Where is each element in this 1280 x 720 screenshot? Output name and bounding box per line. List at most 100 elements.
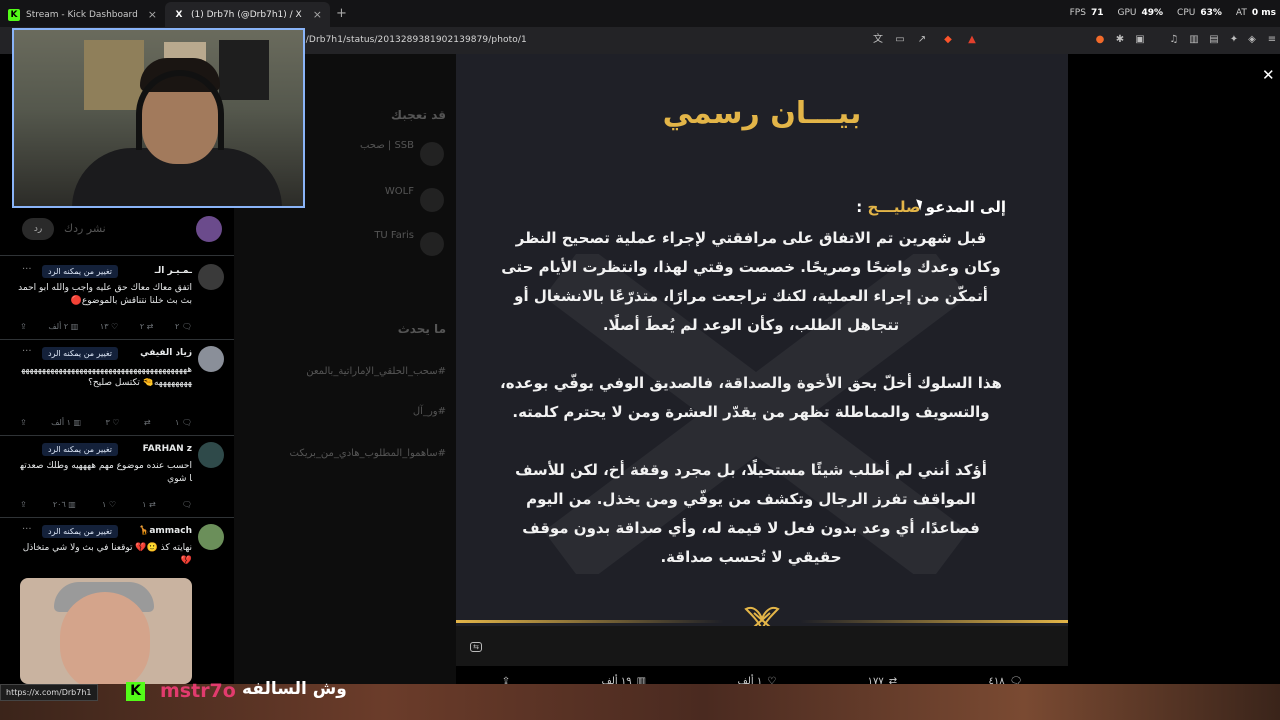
bat-value: 0 ms <box>1251 8 1276 18</box>
wall-poster <box>84 40 144 110</box>
music-icon[interactable]: ♫ <box>1168 34 1180 46</box>
author-name: زياد الفيفي <box>140 348 192 358</box>
tweet-text: نهايته كذ 🙂💔 توقعنا في بث ولا شي متخاذل💔 <box>22 543 192 566</box>
brave-shield-icon[interactable]: ◆ <box>942 34 954 46</box>
reply-count[interactable]: 🗨 ١ <box>175 418 192 427</box>
view-count-value: ٢ ألف <box>48 322 69 331</box>
like-count[interactable]: ♡ ١٣ <box>100 322 118 331</box>
close-tab-icon[interactable]: × <box>313 8 322 21</box>
screen: K Stream - Kick Dashboard × X (1) Drb7h … <box>0 0 1280 720</box>
reply-input[interactable]: نشر ردك <box>64 222 106 235</box>
reply-permission-tag[interactable]: تغيير من يمكنه الرد <box>42 525 118 538</box>
gold-divider-left <box>456 620 724 623</box>
view-count[interactable]: ▥ ٢٠٦ <box>53 500 76 509</box>
close-icon[interactable]: ✕ <box>1262 66 1275 84</box>
photo-caption-bar: ⇆ <box>456 626 1068 666</box>
like-count[interactable]: ♡ ٣ <box>105 418 119 427</box>
chat-username: mstr7o <box>160 680 236 702</box>
menu-icon[interactable]: ≡ <box>1266 34 1278 46</box>
more-icon[interactable]: ··· <box>22 264 32 275</box>
share-icon[interactable]: ↗ <box>916 34 928 46</box>
statement-paragraph-1: قبل شهرين تم الاتفاق على مرافقتي لإجراء … <box>501 229 1001 334</box>
author-name: ammach🦒 <box>138 526 192 536</box>
like-count-value: ٣ <box>105 418 110 427</box>
cpu-stat: CPU 63% <box>1177 8 1222 18</box>
screenshot-icon[interactable]: ▣ <box>1134 34 1146 46</box>
share-icon[interactable]: ⇪ <box>20 322 27 331</box>
statement-title: بيـــان رسمي <box>662 96 862 131</box>
close-tab-icon[interactable]: × <box>148 8 157 21</box>
tweet-actions: 🗨 ٢ ⇄ ٢ ♡ ١٣ ▥ ٢ ألف ⇪ <box>20 322 192 331</box>
statement-paragraph-2: هذا السلوك أخلّ بحق الأخوة والصداقة، فال… <box>500 374 1002 421</box>
tab-kick-dashboard[interactable]: K Stream - Kick Dashboard × <box>0 2 165 27</box>
sidebar-icon[interactable]: ▥ <box>1188 34 1200 46</box>
kick-logo-icon: K <box>126 682 145 701</box>
more-icon[interactable]: ··· <box>22 524 32 535</box>
tweet-text: هههههههههههههههههههههههههههههههههههههههه… <box>21 365 192 388</box>
fps-label: FPS <box>1069 8 1086 18</box>
headphones-icon <box>136 70 224 150</box>
new-tab-button[interactable]: + <box>336 6 347 21</box>
url-field[interactable]: n/Drb7h1/status/2013289381902139879/phot… <box>300 35 527 45</box>
reply-tweet[interactable]: FARHAN z تغيير من يمكنه الرد احسب عنده م… <box>0 436 234 518</box>
reply-count-value: ١ <box>175 418 180 427</box>
suggested-user: SSB | صحب <box>359 140 414 151</box>
fps-stat: FPS 71 <box>1070 8 1104 18</box>
reply-permission-tag[interactable]: تغيير من يمكنه الرد <box>42 443 118 456</box>
more-icon[interactable]: ··· <box>22 346 32 357</box>
reply-count[interactable]: 🗨 ٢ <box>175 322 192 331</box>
translate-icon[interactable]: 文 <box>872 34 884 46</box>
webcam-overlay <box>12 28 305 208</box>
performance-overlay: FPS 71 GPU 49% CPU 63% AT 0 ms <box>1070 8 1276 18</box>
tweet-actions: 🗨 ١ ⇄ ♡ ٣ ▥ ١ ألف ⇪ <box>20 418 192 427</box>
repost-count[interactable]: ⇄ <box>144 418 151 427</box>
view-count-value: ١ ألف <box>51 418 71 427</box>
extensions-icon[interactable]: ✱ <box>1114 34 1126 46</box>
author-name: FARHAN z <box>142 444 192 454</box>
shield-icon[interactable]: ◈ <box>1246 34 1258 46</box>
repost-count[interactable]: ⇄ ٢ <box>140 322 154 331</box>
repost-count[interactable]: ⇄ ١ <box>142 500 156 509</box>
view-count[interactable]: ▥ ١ ألف <box>51 418 81 427</box>
reply-permission-tag[interactable]: تغيير من يمكنه الرد <box>42 347 118 360</box>
suggested-avatar <box>420 142 444 166</box>
tweet-text: اتفق معاك معاك حق عليه واجب والله ابو اح… <box>18 283 192 306</box>
like-count-value: ١٣ <box>99 322 109 331</box>
trend-item: #ساهموا_المطلوب_هادي_من_بريكت <box>289 448 447 459</box>
recipient-prefix: إلى المدعو <box>925 198 1006 216</box>
reply-count[interactable]: 🗨 <box>182 500 192 509</box>
gpu-value: 49% <box>1141 8 1164 18</box>
like-count[interactable]: ♡ ١ <box>102 500 116 509</box>
extension-fox-icon[interactable]: ● <box>1094 34 1106 46</box>
rewards-icon[interactable]: ▲ <box>966 34 978 46</box>
share-icon[interactable]: ⇪ <box>20 418 27 427</box>
recipient-colon: : <box>856 198 863 216</box>
view-count-value: ٢٠٦ <box>52 500 66 509</box>
avatar <box>198 442 224 468</box>
suggested-user: TU Faris <box>374 230 414 241</box>
alt-text-icon[interactable]: ⇆ <box>470 642 482 652</box>
suggested-avatar <box>420 188 444 212</box>
share-icon[interactable]: ⇪ <box>20 500 27 509</box>
avatar <box>198 524 224 550</box>
trend-item: #سحب_الحلقي_الإماراتية_بالمعن <box>306 366 446 377</box>
wallet-icon[interactable]: ▤ <box>1208 34 1220 46</box>
reply-tweet[interactable]: ـمـيـر الـ تغيير من يمكنه الرد ··· اتفق … <box>0 258 234 340</box>
author-name: ـمـيـر الـ <box>154 266 192 276</box>
browser-tab-bar: K Stream - Kick Dashboard × X (1) Drb7h … <box>0 0 1280 27</box>
cast-icon[interactable]: ▭ <box>894 34 906 46</box>
reply-image[interactable] <box>20 578 192 684</box>
tab-x-profile[interactable]: X (1) Drb7h (@Drb7h1) / X × <box>165 2 330 27</box>
like-count-value: ١ <box>102 500 107 509</box>
reply-permission-tag[interactable]: تغيير من يمكنه الرد <box>42 265 118 278</box>
reply-tweet[interactable]: زياد الفيفي تغيير من يمكنه الرد ··· هههه… <box>0 340 234 436</box>
reply-button[interactable]: رد <box>22 218 54 240</box>
gpu-label: GPU <box>1117 8 1137 18</box>
viewer-backdrop <box>1068 54 1280 684</box>
kick-icon: K <box>8 8 20 21</box>
avatar <box>198 346 224 372</box>
view-count[interactable]: ▥ ٢ ألف <box>48 322 78 331</box>
repost-count-value: ٢ <box>139 322 145 331</box>
leo-icon[interactable]: ✦ <box>1228 34 1240 46</box>
avatar <box>196 216 222 242</box>
